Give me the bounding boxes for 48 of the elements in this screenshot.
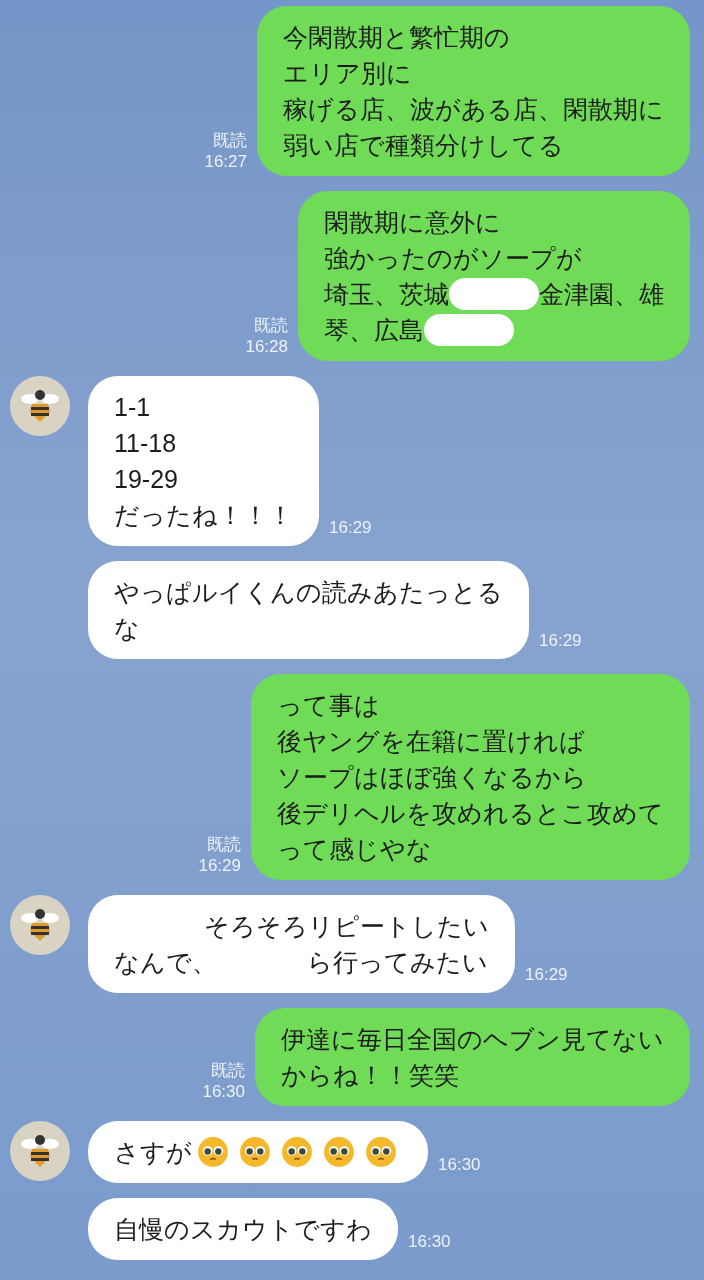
message-text: 19-29 — [114, 464, 178, 495]
message-text: 1-1 — [114, 392, 151, 423]
message-text: 閑散期に意外に — [324, 207, 501, 238]
message-text: ら行ってみたい — [307, 947, 488, 978]
message-time: 16:29 — [198, 855, 241, 876]
message-text: 稼げる店、波がある店、閑散期に — [283, 94, 664, 125]
message-time: 16:30 — [202, 1081, 245, 1102]
message-text: 今閑散期と繁忙期の — [283, 22, 510, 53]
message-text: 後デリヘルを攻めれるとこ攻めて — [277, 798, 664, 829]
message-text: エリア別に — [283, 58, 412, 89]
bee-avatar-icon[interactable] — [10, 376, 70, 436]
pleading-face-icon — [239, 1136, 271, 1168]
message-text: からね！！笑笑 — [281, 1060, 459, 1091]
bee-avatar-icon[interactable] — [10, 1121, 70, 1181]
read-receipt: 既読 — [213, 130, 247, 151]
message-text: そろそろリピートしたい — [204, 911, 489, 942]
message-time: 16:30 — [408, 1231, 451, 1252]
message-time: 16:29 — [539, 630, 582, 651]
message-text: 強かったのがソープが — [324, 243, 582, 274]
message-time: 16:30 — [438, 1154, 481, 1175]
message-text: 伊達に毎日全国のヘブン見てない — [281, 1024, 664, 1055]
read-receipt: 既読 — [211, 1060, 245, 1081]
message-text: だったね！！！ — [114, 500, 293, 531]
message-text: なんで、 — [114, 947, 217, 978]
read-receipt: 既読 — [207, 834, 241, 855]
message-text: 後ヤングを在籍に置ければ — [277, 726, 585, 757]
message-text: 11-18 — [114, 428, 177, 459]
pleading-face-icon — [365, 1136, 397, 1168]
message-text: 弱い店で種類分けしてる — [283, 130, 564, 161]
message-time: 16:29 — [525, 964, 568, 985]
pleading-face-icon — [281, 1136, 313, 1168]
message-time: 16:27 — [204, 151, 247, 172]
message-text: 琴、広島 — [324, 315, 424, 346]
pleading-face-icon — [323, 1136, 355, 1168]
message-text: 自慢のスカウトですわ — [114, 1214, 372, 1245]
message-time: 16:29 — [329, 517, 372, 538]
message-text: な — [114, 613, 140, 644]
bee-avatar-icon[interactable] — [10, 895, 70, 955]
pleading-face-icon — [197, 1136, 229, 1168]
message-text: ソープはほぼ強くなるから — [277, 762, 587, 793]
message-text: って感じやな — [277, 834, 432, 865]
message-text: 埼玉、茨城 — [324, 279, 449, 310]
message-text: さすが — [114, 1137, 192, 1168]
message-text: って事は — [277, 690, 380, 721]
message-text: 金津園、雄 — [539, 279, 664, 310]
read-receipt: 既読 — [254, 315, 288, 336]
message-text: やっぱルイくんの読みあたっとる — [114, 577, 503, 608]
message-time: 16:28 — [245, 336, 288, 357]
